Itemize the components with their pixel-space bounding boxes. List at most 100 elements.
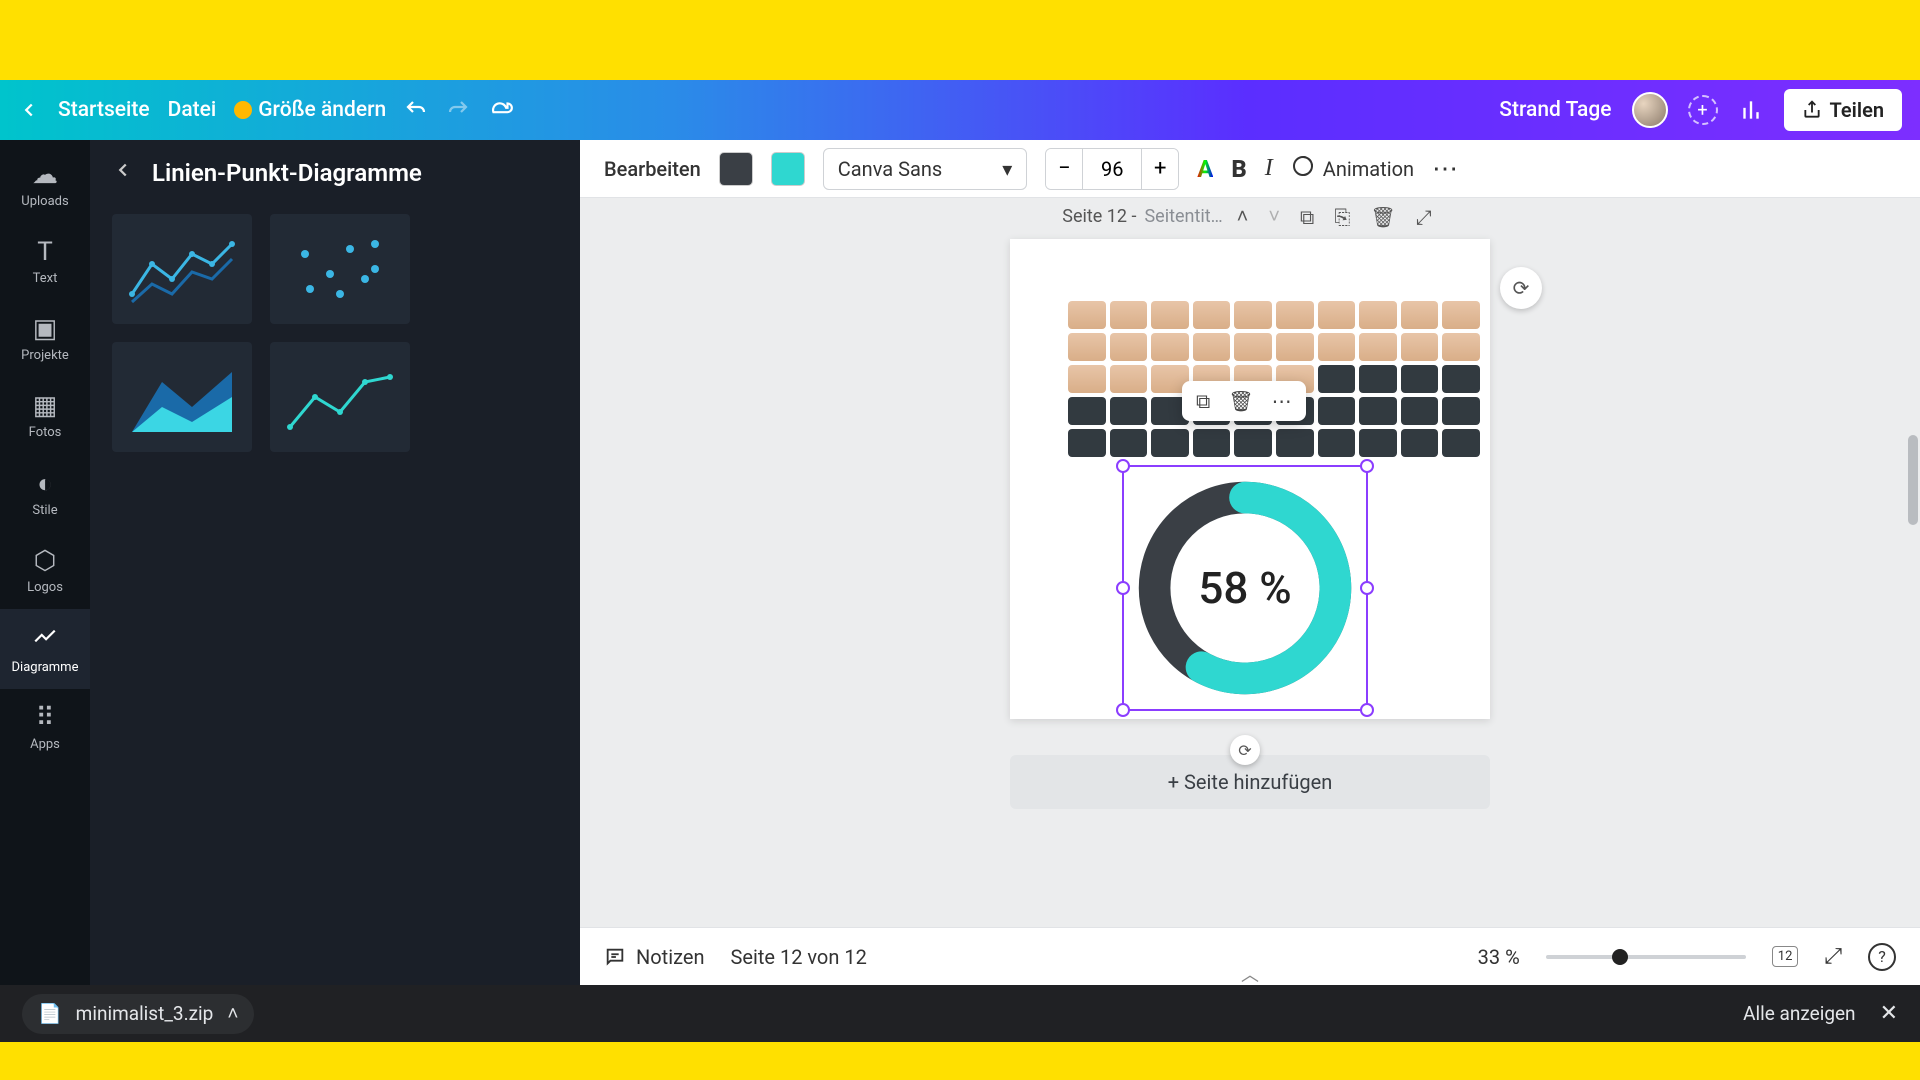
delete-page-icon[interactable]: 🗑 (1364, 205, 1401, 229)
rail-styles[interactable]: ◐ Stile (0, 454, 90, 532)
app-shell: Startseite Datei Größe ändern Strand Tag… (0, 80, 1920, 985)
body-row: ☁ Uploads T Text ▣ Projekte ▦ Fotos ◐ St… (0, 140, 1920, 985)
chart-thumb-area[interactable] (112, 342, 252, 452)
resize-button[interactable]: Größe ändern (234, 98, 386, 122)
rail-photos-label: Fotos (29, 425, 62, 440)
undo-icon[interactable] (404, 98, 428, 122)
font-name: Canva Sans (838, 157, 942, 181)
cloud-sync-icon[interactable] (488, 97, 514, 123)
font-size-stepper: − + (1045, 148, 1179, 190)
color-swatch-b[interactable] (771, 152, 805, 186)
more-icon[interactable]: ⋯ (1432, 154, 1460, 184)
page-card[interactable]: ⟳ ⧉ 🗑 ⋯ (1010, 239, 1490, 719)
rail-styles-label: Stile (32, 503, 57, 518)
chevron-down-icon: ▾ (1002, 157, 1012, 181)
text-color-icon[interactable]: A (1197, 155, 1213, 183)
side-panel-header: Linien-Punkt-Diagramme (112, 158, 558, 188)
apps-icon: ⠿ (35, 703, 54, 733)
insights-icon[interactable] (1738, 97, 1764, 123)
copy-icon[interactable]: ⧉ (1196, 389, 1210, 413)
page-up-icon[interactable]: ˄ (1231, 204, 1255, 229)
page-counter: Seite 12 von 12 (731, 945, 867, 969)
rail-text[interactable]: T Text (0, 223, 90, 300)
styles-icon: ◐ (37, 468, 53, 499)
trash-icon[interactable]: 🗑 (1228, 389, 1253, 413)
italic-button[interactable]: I (1265, 155, 1273, 182)
size-plus[interactable]: + (1142, 149, 1178, 189)
charts-icon (32, 623, 58, 656)
pictogram-grid[interactable] (1068, 301, 1480, 457)
home-button[interactable]: Startseite (58, 98, 150, 122)
zoom-slider[interactable] (1546, 955, 1746, 959)
size-minus[interactable]: − (1046, 149, 1082, 189)
avatar[interactable] (1632, 92, 1668, 128)
share-button[interactable]: Teilen (1784, 89, 1902, 131)
rail-projects-label: Projekte (21, 348, 69, 363)
add-page-label: + Seite hinzufügen (1168, 770, 1333, 794)
rail-logos-label: Logos (27, 580, 63, 595)
rail-charts[interactable]: Diagramme (0, 609, 90, 689)
editor-area: Bearbeiten Canva Sans ▾ − + A B I (580, 140, 1920, 985)
resize-label: Größe ändern (258, 98, 386, 122)
share-label: Teilen (1830, 98, 1884, 122)
chart-thumb-line[interactable] (270, 342, 410, 452)
add-user-button[interactable]: + (1688, 95, 1718, 125)
page-chip[interactable]: 12 (1772, 946, 1799, 967)
chart-thumb-multiline[interactable] (112, 214, 252, 324)
notes-button[interactable]: Notizen (604, 945, 705, 969)
rail-uploads-label: Uploads (21, 194, 68, 209)
back-icon[interactable] (18, 99, 40, 121)
chart-thumb-grid (112, 214, 558, 452)
refresh-icon[interactable]: ⟳ (1500, 267, 1542, 309)
header-bar: Startseite Datei Größe ändern Strand Tag… (0, 80, 1920, 140)
rail-text-label: Text (33, 271, 58, 286)
rail-logos[interactable]: ⬡ Logos (0, 532, 90, 609)
page-title-placeholder[interactable]: Seitentit… (1144, 206, 1222, 227)
element-more-icon[interactable]: ⋯ (1272, 389, 1292, 413)
header-right: Strand Tage + Teilen (1499, 89, 1902, 131)
expand-up-icon[interactable]: ︿ (1241, 961, 1259, 987)
download-chip[interactable]: 📄 minimalist_3.zip ˄ (22, 994, 254, 1034)
show-all-button[interactable]: Alle anzeigen (1743, 1002, 1855, 1025)
side-panel-title: Linien-Punkt-Diagramme (152, 159, 422, 187)
header-left: Startseite Datei Größe ändern (18, 97, 514, 123)
close-icon[interactable]: ✕ (1880, 1001, 1898, 1026)
page-down-icon[interactable]: ˅ (1262, 204, 1286, 229)
vertical-scrollbar[interactable] (1908, 435, 1918, 525)
text-icon: T (37, 237, 53, 267)
notes-label: Notizen (636, 945, 705, 969)
rotate-handle[interactable]: ⟳ (1230, 735, 1260, 765)
rail-projects[interactable]: ▣ Projekte (0, 300, 90, 377)
copy-page-icon[interactable]: ⎘ (1328, 205, 1356, 229)
zoom-value: 33 % (1478, 945, 1520, 969)
donut-selection[interactable]: 58 % ⟳ (1122, 465, 1368, 711)
projects-icon: ▣ (33, 314, 58, 344)
rail-photos[interactable]: ▦ Fotos (0, 377, 90, 454)
edit-button[interactable]: Bearbeiten (604, 157, 701, 181)
canvas-viewport[interactable]: ⟳ ⧉ 🗑 ⋯ (580, 235, 1920, 927)
color-swatch-a[interactable] (719, 152, 753, 186)
zoom-thumb[interactable] (1612, 949, 1628, 965)
download-filename: minimalist_3.zip (76, 1002, 214, 1025)
logos-icon: ⬡ (34, 546, 57, 576)
font-select[interactable]: Canva Sans ▾ (823, 148, 1028, 190)
page-label: Seite 12 - (1062, 206, 1136, 227)
animation-button[interactable]: Animation (1291, 154, 1414, 183)
rail-uploads[interactable]: ☁ Uploads (0, 146, 90, 223)
project-name[interactable]: Strand Tage (1499, 98, 1611, 122)
file-button[interactable]: Datei (168, 98, 217, 122)
font-size-input[interactable] (1082, 149, 1142, 189)
element-float-toolbar: ⧉ 🗑 ⋯ (1182, 381, 1306, 421)
chart-thumb-scatter[interactable] (270, 214, 410, 324)
help-icon[interactable]: ? (1868, 943, 1896, 971)
expand-page-icon[interactable]: ⤢ (1410, 205, 1438, 229)
redo-icon[interactable] (446, 98, 470, 122)
bold-button[interactable]: B (1231, 155, 1246, 183)
rail-apps[interactable]: ⠿ Apps (0, 689, 90, 766)
uploads-icon: ☁ (32, 160, 58, 190)
fullscreen-icon[interactable]: ⤢ (1824, 944, 1842, 969)
duplicate-page-icon[interactable]: ⧉ (1294, 205, 1320, 229)
animation-icon (1291, 154, 1315, 183)
chevron-up-icon[interactable]: ˄ (227, 1002, 238, 1026)
side-back-icon[interactable] (112, 158, 134, 188)
